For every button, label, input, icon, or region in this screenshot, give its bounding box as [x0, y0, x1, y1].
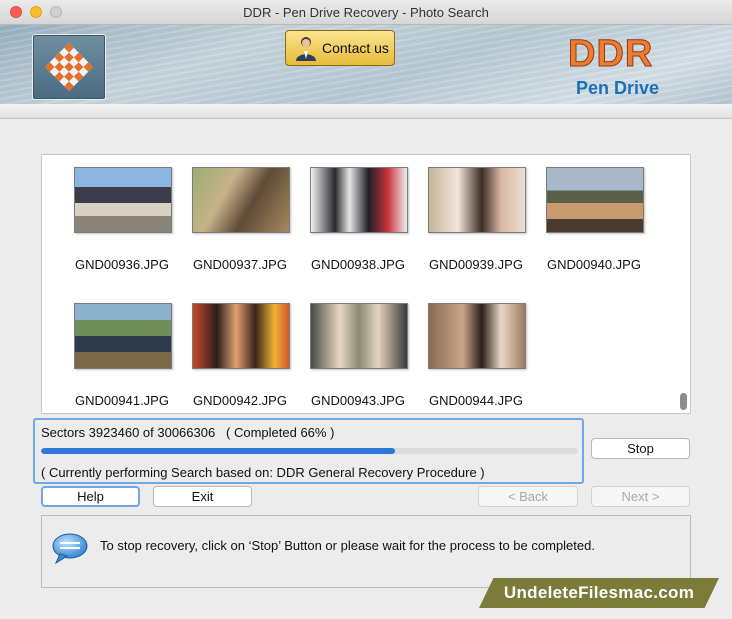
photo-thumbnail[interactable] [428, 303, 526, 369]
progress-bar [41, 448, 578, 454]
photo-item[interactable]: GND00941.JPG [44, 303, 172, 413]
photo-item[interactable]: GND00938.JPG [280, 167, 408, 287]
speech-bubble-icon [52, 533, 88, 564]
photo-thumbnail[interactable] [310, 167, 408, 233]
photo-item[interactable]: GND00940.JPG [516, 167, 644, 287]
sectors-status-text: Sectors 3923460 of 30066306 ( Completed … [41, 425, 335, 440]
progress-bar-fill [41, 448, 396, 454]
photo-thumbnail[interactable] [74, 167, 172, 233]
app-window: DDR - Pen Drive Recovery - Photo Search [0, 0, 732, 619]
brand-logo-text: DDR [567, 33, 654, 76]
photo-item[interactable]: GND00944.JPG [398, 303, 526, 413]
photo-thumbnail[interactable] [192, 303, 290, 369]
photo-item[interactable]: GND00937.JPG [162, 167, 290, 287]
contact-us-button[interactable]: Contact us [285, 30, 395, 66]
recovered-photos-gallery[interactable]: GND00936.JPG GND00937.JPG GND00938.JPG G… [41, 154, 691, 414]
photo-thumbnail[interactable] [310, 303, 408, 369]
header-divider [0, 104, 732, 119]
progress-panel: Sectors 3923460 of 30066306 ( Completed … [33, 418, 584, 484]
photo-thumbnail[interactable] [74, 303, 172, 369]
back-button[interactable]: < Back [478, 486, 578, 507]
photo-item[interactable]: GND00943.JPG [280, 303, 408, 413]
photo-thumbnail[interactable] [546, 167, 644, 233]
photo-item[interactable]: GND00936.JPG [44, 167, 172, 287]
gallery-scrollbar[interactable] [680, 393, 687, 410]
procedure-status-text: ( Currently performing Search based on: … [41, 465, 485, 480]
info-message: To stop recovery, click on ‘Stop’ Button… [100, 538, 595, 553]
person-icon [296, 37, 316, 61]
photo-thumbnail[interactable] [428, 167, 526, 233]
photo-filename: GND00944.JPG [429, 393, 523, 408]
help-button[interactable]: Help [41, 486, 140, 507]
next-button[interactable]: Next > [591, 486, 690, 507]
contact-us-label: Contact us [322, 40, 389, 56]
app-logo [32, 34, 106, 100]
brand-product-name: Pen Drive [576, 78, 660, 98]
photo-item[interactable]: GND00942.JPG [162, 303, 290, 413]
photo-item[interactable]: GND00939.JPG [398, 167, 526, 287]
watermark-text: UndeleteFilesmac.com [503, 583, 695, 602]
checker-logo-icon [44, 42, 94, 92]
exit-button[interactable]: Exit [153, 486, 252, 507]
title-bar: DDR - Pen Drive Recovery - Photo Search [0, 0, 732, 25]
window-title: DDR - Pen Drive Recovery - Photo Search [243, 5, 489, 20]
photo-thumbnail[interactable] [192, 167, 290, 233]
stop-button[interactable]: Stop [591, 438, 690, 459]
photo-filename: GND00940.JPG [547, 257, 641, 272]
